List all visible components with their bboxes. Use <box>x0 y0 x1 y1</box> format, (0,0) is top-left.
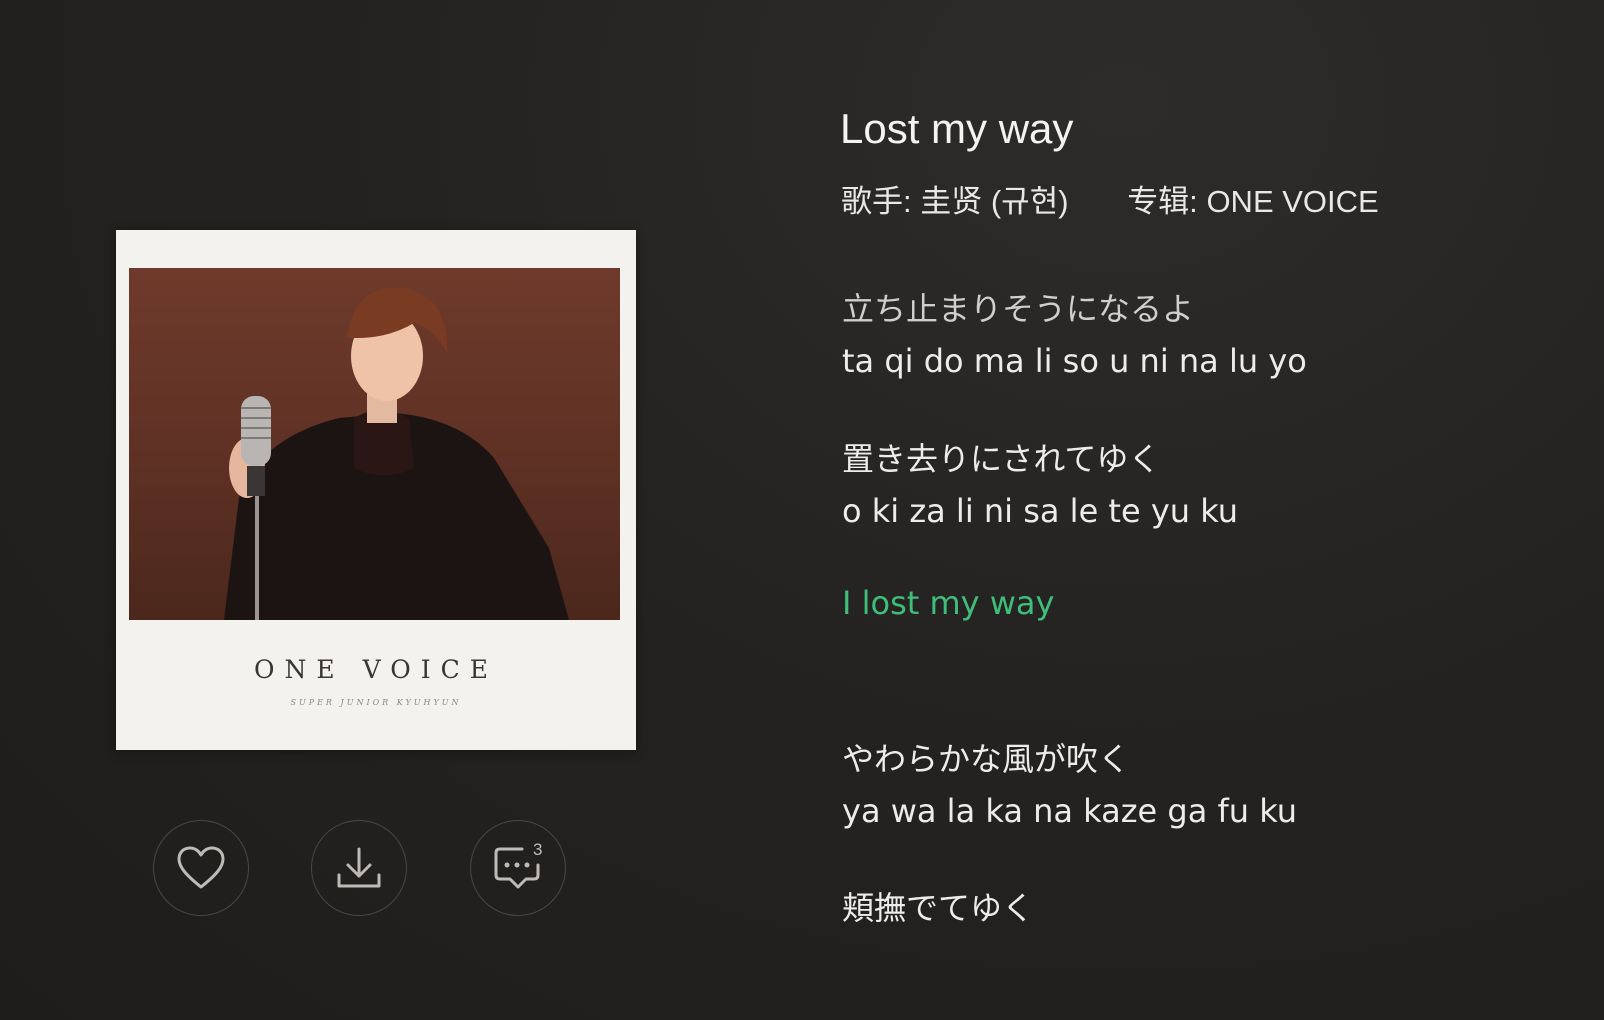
lyric-line: ta qi do ma li so u ni na lu yo <box>842 342 1307 380</box>
album-label: 专辑: <box>1127 184 1198 219</box>
lyric-line: ya wa la ka na kaze ga fu ku <box>842 792 1298 830</box>
lyric-line: やわらかな風が吹く <box>842 740 1131 778</box>
lyric-line: 置き去りにされてゆく <box>842 440 1161 478</box>
singer-illustration <box>224 287 569 620</box>
comment-count-badge: 3 <box>533 840 543 859</box>
heart-icon <box>177 846 225 889</box>
singer-label: 歌手: <box>841 184 912 219</box>
action-bar: 3 <box>153 820 573 920</box>
like-button[interactable] <box>153 820 249 916</box>
lyric-line: o ki za li ni sa le te yu ku <box>842 492 1239 530</box>
album-cover-title: ONE VOICE <box>254 655 498 684</box>
download-icon <box>337 847 381 888</box>
singer-name[interactable]: 圭贤 (규현) <box>920 184 1068 219</box>
album-cover: ONE VOICE SUPER JUNIOR KYUHYUN <box>116 230 636 750</box>
album-name[interactable]: ONE VOICE <box>1206 184 1378 219</box>
comment-button[interactable]: 3 <box>470 820 566 916</box>
song-meta: 歌手: 圭贤 (규현) 专辑: ONE VOICE <box>841 176 1379 221</box>
lyric-line: 頬撫でてゆく <box>842 889 1035 927</box>
singer-info: 歌手: 圭贤 (규현) <box>841 176 1069 221</box>
download-button[interactable] <box>311 820 407 916</box>
lyric-line: 立ち止まりそうになるよ <box>842 290 1195 328</box>
album-cover-subtitle: SUPER JUNIOR KYUHYUN <box>290 698 462 707</box>
song-title: Lost my way <box>840 105 1074 152</box>
album-photo <box>129 268 620 620</box>
lyric-line-current: I lost my way <box>842 584 1055 622</box>
album-info: 专辑: ONE VOICE <box>1127 176 1379 221</box>
